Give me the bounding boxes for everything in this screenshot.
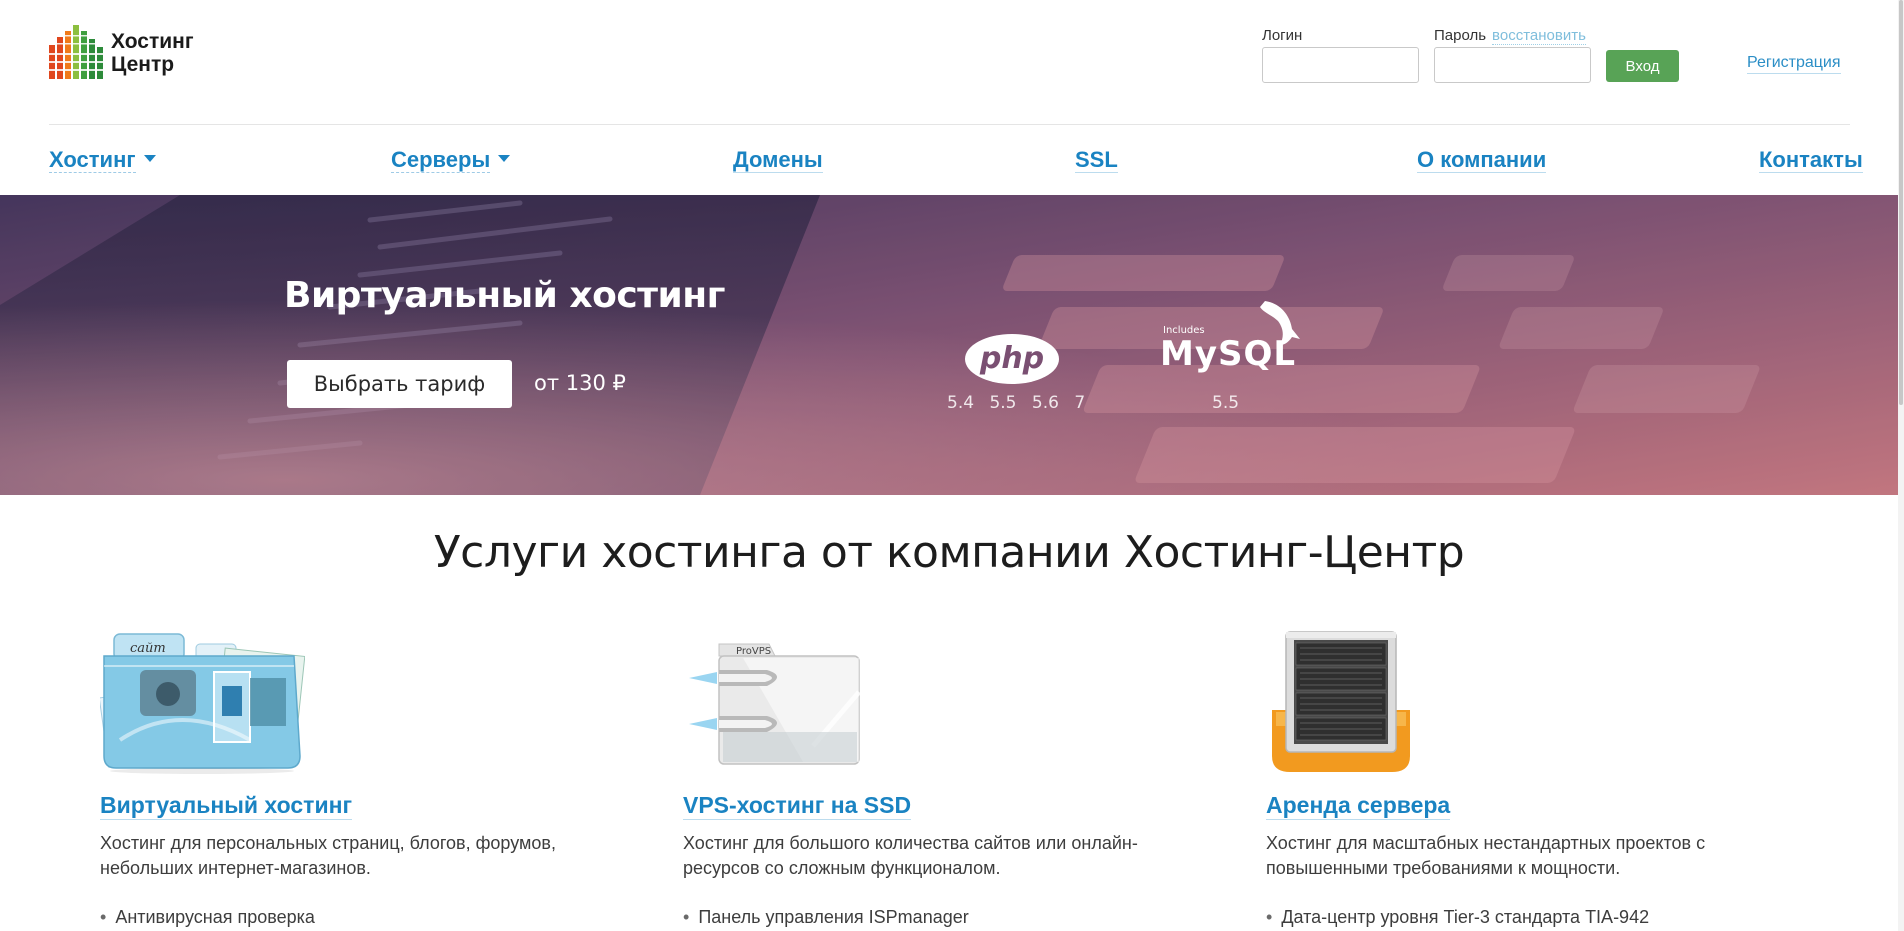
- login-input[interactable]: [1262, 47, 1419, 83]
- scrollbar-thumb[interactable]: [1899, 0, 1903, 405]
- service-title-link[interactable]: Аренда сервера: [1266, 791, 1451, 820]
- banner-title: Виртуальный хостинг: [284, 275, 725, 316]
- header-divider: [49, 124, 1850, 125]
- folder-caption: сайт: [130, 641, 166, 656]
- service-card-virtual-hosting: сайт Виртуальный хостинг Хостинг для пер…: [100, 630, 580, 927]
- site-logo[interactable]: Хостинг Центр: [49, 25, 194, 81]
- folder-website-icon[interactable]: сайт: [100, 630, 305, 775]
- php-versions: 5.4 5.5 5.6 7: [947, 393, 1086, 413]
- service-description: Хостинг для большого количества сайтов и…: [683, 833, 1138, 878]
- promo-banner: Виртуальный хостинг Выбрать тариф от 130…: [0, 195, 1898, 495]
- service-feature-item: Антивирусная проверка: [100, 907, 315, 928]
- site-header: Хостинг Центр Логин Пароль восстановить В…: [0, 0, 1904, 195]
- logo-text: Хостинг Центр: [111, 30, 194, 76]
- nav-label: Хостинг: [49, 147, 136, 173]
- service-title-link[interactable]: Виртуальный хостинг: [100, 791, 353, 820]
- nav-label: Контакты: [1759, 147, 1863, 173]
- mysql-version: 5.5: [1212, 393, 1240, 413]
- nav-label: Домены: [733, 147, 823, 173]
- php-logo-text: php: [979, 341, 1044, 376]
- mysql-logo-icon: Includes MySQL: [1160, 301, 1300, 374]
- restore-password-link[interactable]: восстановить: [1492, 27, 1586, 45]
- nav-label: Серверы: [391, 147, 491, 173]
- nav-label: SSL: [1075, 147, 1118, 173]
- caret-down-icon: [143, 155, 156, 162]
- service-feature-item: Дата-центр уровня Tier-3 стандарта TIA-9…: [1266, 907, 1649, 928]
- banner-background-laptop-illustration: [0, 195, 1898, 495]
- page-scrollbar[interactable]: [1898, 0, 1904, 931]
- service-card-vps-hosting: ProVPS VPS-хостинг на SSD Хостинг для бо…: [683, 630, 1163, 927]
- login-button[interactable]: Вход: [1606, 50, 1679, 82]
- caret-down-icon: [498, 155, 511, 162]
- vps-box-icon[interactable]: ProVPS: [683, 630, 893, 775]
- service-feature-item: Панель управления ISPmanager: [683, 907, 968, 928]
- php-logo-icon: php: [965, 334, 1059, 384]
- login-field-group: Логин: [1262, 26, 1419, 83]
- logo-line-1: Хостинг: [111, 30, 194, 53]
- service-title-link[interactable]: VPS-хостинг на SSD: [683, 791, 912, 820]
- register-link[interactable]: Регистрация: [1747, 53, 1841, 74]
- building-logo-icon: [49, 25, 103, 79]
- mysql-logo-text: MySQL: [1160, 334, 1296, 374]
- nav-item-ssl[interactable]: SSL: [1075, 146, 1118, 174]
- nav-item-about[interactable]: О компании: [1417, 146, 1547, 174]
- nav-item-hosting[interactable]: Хостинг: [49, 146, 156, 174]
- services-section-title: Услуги хостинга от компании Хостинг-Цент…: [433, 527, 1465, 578]
- service-description: Хостинг для масштабных нестандартных про…: [1266, 833, 1706, 878]
- login-label: Логин: [1262, 27, 1303, 44]
- nav-item-contacts[interactable]: Контакты: [1759, 146, 1863, 174]
- nav-label: О компании: [1417, 147, 1547, 173]
- choose-tariff-button[interactable]: Выбрать тариф: [287, 360, 512, 408]
- nav-item-servers[interactable]: Серверы: [391, 146, 511, 174]
- service-card-server-rental: Аренда сервера Хостинг для масштабных не…: [1266, 630, 1746, 927]
- password-input[interactable]: [1434, 47, 1591, 83]
- banner-price: от 130 ₽: [534, 371, 626, 395]
- logo-line-2: Центр: [111, 53, 175, 76]
- server-rack-icon[interactable]: [1266, 630, 1416, 775]
- password-label-row: Пароль восстановить: [1434, 26, 1591, 46]
- nav-item-domains[interactable]: Домены: [733, 146, 823, 174]
- service-description: Хостинг для персональных страниц, блогов…: [100, 833, 556, 878]
- password-field-group: Пароль восстановить: [1434, 26, 1591, 83]
- password-label: Пароль: [1434, 27, 1487, 44]
